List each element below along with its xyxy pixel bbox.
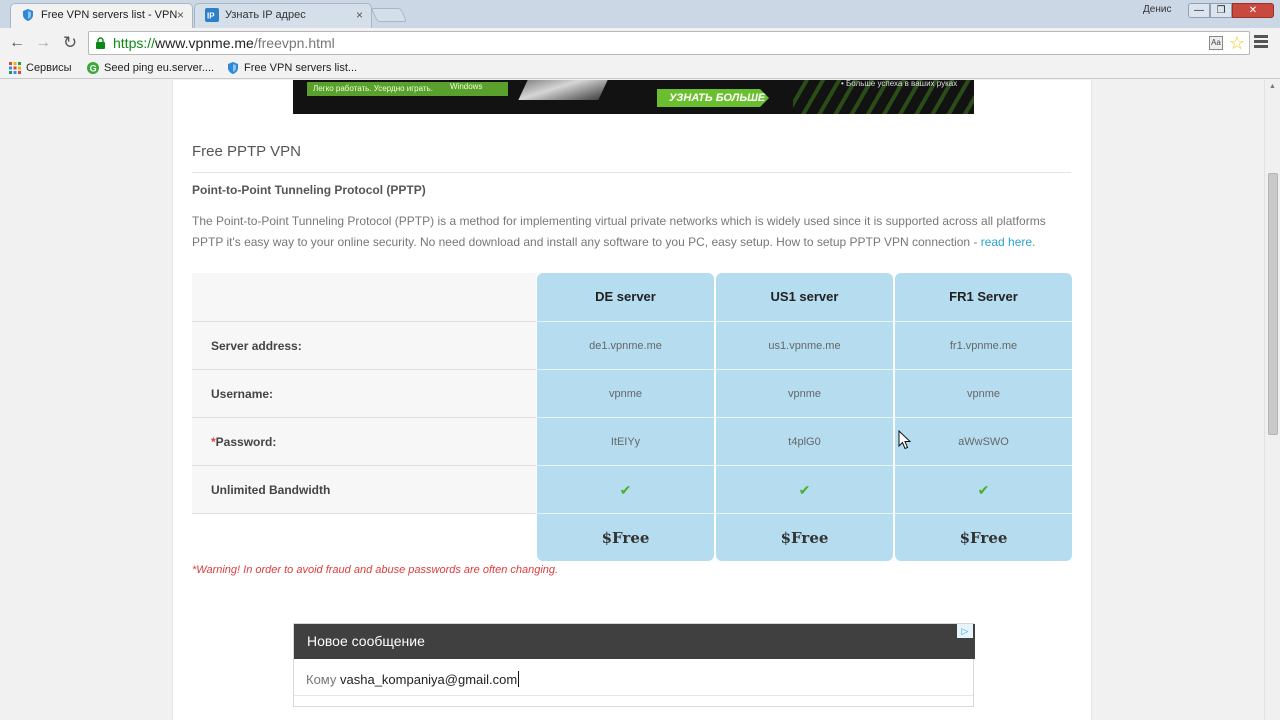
banner-chip-os: Windows [450, 82, 483, 91]
check-glyph: ✔ [619, 482, 632, 498]
reload-button[interactable]: ↻ [59, 32, 81, 54]
bookmark-label: Сервисы [26, 62, 72, 74]
server-name: US1 server [770, 289, 839, 304]
check-icon: ✔ [716, 465, 893, 513]
intro-text: The Point-to-Point Tunneling Protocol (P… [192, 214, 1046, 249]
url-scheme: https:// [113, 35, 156, 51]
check-icon: ✔ [895, 465, 1072, 513]
tab-ip-address[interactable]: IP Узнать IP адрес × [194, 3, 372, 28]
adchoices-icon[interactable]: ▷ [957, 624, 973, 638]
label-password-text: Password: [215, 435, 277, 449]
minimize-button[interactable]: — [1188, 3, 1210, 18]
scroll-up-arrow-icon[interactable]: ▲ [1269, 83, 1276, 90]
bookmark-star-icon[interactable]: ☆ [1229, 32, 1245, 54]
bookmark-label: Seed ping eu.server.... [104, 62, 215, 74]
warning-text: *Warning! In order to avoid fraud and ab… [192, 564, 559, 576]
banner-device-image [518, 80, 608, 100]
server-username: vpnme [537, 369, 714, 417]
address-bar[interactable]: https://www.vpnme.me/freevpn.html Aa ☆ [88, 31, 1250, 55]
server-password: t4plG0 [716, 417, 893, 465]
translate-icon[interactable]: Aa [1209, 36, 1223, 50]
vertical-scrollbar[interactable]: ▲ [1264, 80, 1280, 720]
url-host: www.vpnme.me [155, 35, 254, 51]
url-path: /freevpn.html [253, 35, 335, 51]
shield-icon [23, 9, 33, 21]
check-icon: ✔ [537, 465, 714, 513]
page-container: Легко работать. Усердно играть. Windows … [172, 80, 1092, 720]
mail-to-label: Кому [306, 672, 340, 687]
server-name: FR1 Server [949, 289, 1018, 304]
check-glyph: ✔ [798, 482, 811, 498]
svg-text:G: G [90, 64, 97, 74]
server-price: $Free [537, 513, 714, 561]
new-tab-button[interactable] [370, 8, 408, 22]
browser-titlebar: Free VPN servers list - VPN × IP Узнать … [0, 0, 1280, 28]
tab-title: Узнать IP адрес [225, 9, 306, 21]
apps-grid-icon [9, 62, 21, 74]
menu-icon[interactable] [1254, 35, 1268, 49]
server-column-de: DE server de1.vpnme.me vpnme ItEIYy ✔ $F… [537, 273, 714, 561]
check-glyph: ✔ [977, 482, 990, 498]
label-server-address: Server address: [192, 321, 536, 369]
mail-to-field[interactable]: Кому vasha_kompaniya@gmail.com [306, 671, 520, 687]
label-footer-empty [192, 513, 536, 561]
lock-icon[interactable] [95, 37, 106, 49]
mail-ad[interactable]: Новое сообщение ▷ Кому vasha_kompaniya@g… [293, 623, 975, 707]
bookmark-label: Free VPN servers list... [244, 62, 358, 74]
label-password: *Password: [192, 417, 536, 465]
bookmark-free-vpn[interactable]: Free VPN servers list... [226, 61, 357, 75]
label-unlimited-bandwidth: Unlimited Bandwidth [192, 465, 536, 513]
mail-ad-header: Новое сообщение [294, 624, 975, 659]
ad-banner[interactable]: Легко работать. Усердно играть. Windows … [293, 80, 974, 114]
divider [192, 172, 1071, 173]
bookmark-seed-ping[interactable]: G Seed ping eu.server.... [86, 61, 214, 75]
back-button[interactable]: ← [6, 32, 28, 54]
intro-paragraph: The Point-to-Point Tunneling Protocol (P… [192, 211, 1072, 253]
server-name: DE server [595, 289, 656, 304]
close-window-button[interactable]: ✕ [1232, 3, 1274, 18]
tab-free-vpn[interactable]: Free VPN servers list - VPN × [10, 3, 193, 28]
ip-icon: IP [205, 8, 219, 22]
server-address: us1.vpnme.me [716, 321, 893, 369]
banner-chip-text: Легко работать. Усердно играть. [313, 84, 433, 93]
server-table: Server address: Username: *Password: Unl… [192, 273, 1072, 561]
bookmark-apps[interactable]: Сервисы [8, 61, 72, 75]
maximize-button[interactable]: ❐ [1210, 3, 1232, 18]
server-column-us1: US1 server us1.vpnme.me vpnme t4plG0 ✔ $… [716, 273, 893, 561]
text-caret [518, 671, 520, 687]
server-address: de1.vpnme.me [537, 321, 714, 369]
bookmarks-bar: Сервисы G Seed ping eu.server.... Free V… [0, 57, 1280, 79]
server-address: fr1.vpnme.me [895, 321, 1072, 369]
server-column-fr1: FR1 Server fr1.vpnme.me vpnme aWwSWO ✔ $… [895, 273, 1072, 561]
server-username: vpnme [895, 369, 1072, 417]
profile-name[interactable]: Денис [1143, 4, 1171, 15]
tab-close-button[interactable]: × [356, 4, 363, 26]
shield-icon [228, 62, 238, 74]
tab-title: Free VPN servers list - VPN [41, 9, 178, 21]
browser-toolbar: ← → ↻ https://www.vpnme.me/freevpn.html … [0, 28, 1280, 57]
forward-button[interactable]: → [32, 32, 54, 54]
server-password: aWwSWO [895, 417, 1072, 465]
tab-close-button[interactable]: × [177, 4, 184, 26]
seed-icon: G [87, 62, 99, 74]
divider [294, 695, 973, 696]
server-price: $Free [895, 513, 1072, 561]
banner-cta-button[interactable]: УЗНАТЬ БОЛЬШЕ [657, 89, 769, 107]
server-price: $Free [716, 513, 893, 561]
intro-end: . [1032, 235, 1036, 249]
label-column: Server address: Username: *Password: Unl… [192, 273, 536, 561]
server-username: vpnme [716, 369, 893, 417]
mail-to-value: vasha_kompaniya@gmail.com [340, 672, 518, 687]
server-password: ItEIYy [537, 417, 714, 465]
scrollbar-thumb[interactable] [1268, 173, 1278, 435]
page-viewport: Легко работать. Усердно играть. Windows … [0, 80, 1264, 720]
read-here-link[interactable]: read here [981, 235, 1032, 249]
section-title: Free PPTP VPN [192, 143, 301, 160]
svg-text:IP: IP [207, 12, 215, 21]
label-header-empty [192, 273, 536, 321]
mouse-cursor-icon [898, 430, 912, 450]
label-username: Username: [192, 369, 536, 417]
banner-tagline: • Больше успеха в ваших руках [841, 80, 958, 88]
protocol-heading: Point-to-Point Tunneling Protocol (PPTP) [192, 183, 426, 197]
